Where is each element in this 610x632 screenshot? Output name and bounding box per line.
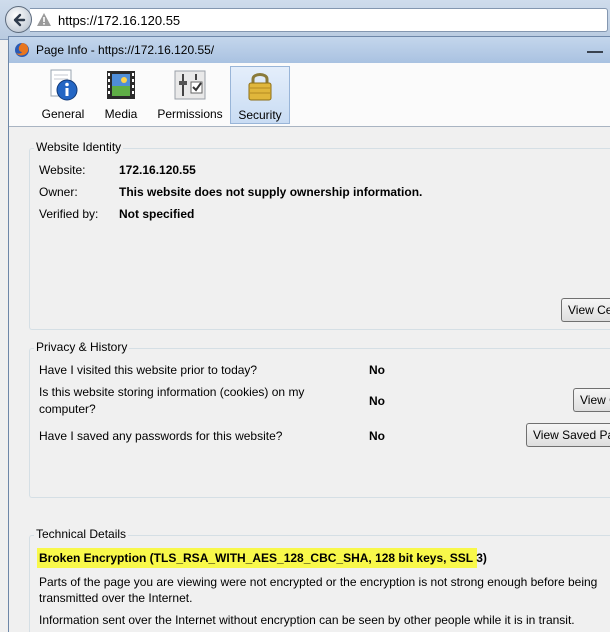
dialog-titlebar[interactable]: Page Info - https://172.16.120.55/	[9, 37, 610, 63]
cookies-answer: No	[369, 394, 385, 408]
website-identity-group: Website Identity Website: 172.16.120.55 …	[29, 140, 610, 330]
technical-details-title: Technical Details	[34, 527, 129, 541]
cookies-question-line1: Is this website storing information (coo…	[39, 385, 305, 399]
privacy-history-title: Privacy & History	[34, 340, 130, 354]
warning-icon	[37, 13, 51, 26]
website-label: Website:	[39, 163, 86, 177]
owner-value: This website does not supply ownership i…	[119, 185, 423, 199]
tab-permissions-label: Permissions	[157, 107, 223, 121]
dialog-title: Page Info - https://172.16.120.55/	[36, 43, 215, 57]
verified-by-label: Verified by:	[39, 207, 99, 221]
tab-permissions[interactable]: Permissions	[153, 66, 227, 124]
info-icon	[50, 69, 78, 101]
passwords-answer: No	[369, 429, 385, 443]
tab-security-label: Security	[238, 108, 282, 122]
website-identity-title: Website Identity	[34, 140, 124, 154]
tab-media-label: Media	[104, 107, 138, 121]
page-info-dialog: Page Info - https://172.16.120.55/ Gener…	[8, 36, 610, 632]
tab-general-label: General	[41, 107, 85, 121]
back-button[interactable]	[5, 6, 32, 33]
tab-media[interactable]: Media	[97, 66, 145, 124]
page-info-tabs: General Media Permissions Security	[9, 63, 610, 127]
passwords-question: Have I saved any passwords for this webs…	[39, 429, 283, 443]
cookies-question-line2: computer?	[39, 402, 96, 416]
view-saved-passwords-button[interactable]: View Saved Pas	[526, 423, 610, 447]
privacy-history-group: Privacy & History Have I visited this we…	[29, 340, 610, 498]
transit-warning: Information sent over the Internet witho…	[39, 613, 575, 627]
technical-details-group: Technical Details Broken Encryption (TLS…	[29, 527, 610, 632]
encryption-status: Broken Encryption (TLS_RSA_WITH_AES_128_…	[39, 551, 487, 565]
minimize-button[interactable]	[587, 43, 603, 53]
padlock-icon	[248, 73, 272, 101]
sliders-checkbox-icon	[174, 70, 206, 100]
visited-question: Have I visited this website prior to tod…	[39, 363, 258, 377]
visited-answer: No	[369, 363, 385, 377]
view-cookies-button[interactable]: View C	[573, 388, 610, 412]
website-value: 172.16.120.55	[119, 163, 196, 177]
url-bar[interactable]: https://172.16.120.55	[30, 8, 608, 32]
url-text: https://172.16.120.55	[58, 12, 181, 28]
view-certificate-button[interactable]: View Cer	[561, 298, 610, 322]
tab-security[interactable]: Security	[230, 66, 290, 124]
firefox-icon	[15, 43, 29, 57]
film-icon	[107, 71, 135, 99]
encryption-description-line1: Parts of the page you are viewing were n…	[39, 575, 598, 589]
tab-general[interactable]: General	[31, 66, 95, 124]
encryption-description-line2: transmitted over the Internet.	[39, 591, 193, 605]
verified-by-value: Not specified	[119, 207, 195, 221]
owner-label: Owner:	[39, 185, 78, 199]
browser-toolbar: https://172.16.120.55	[0, 0, 610, 40]
back-arrow-icon	[13, 13, 25, 26]
